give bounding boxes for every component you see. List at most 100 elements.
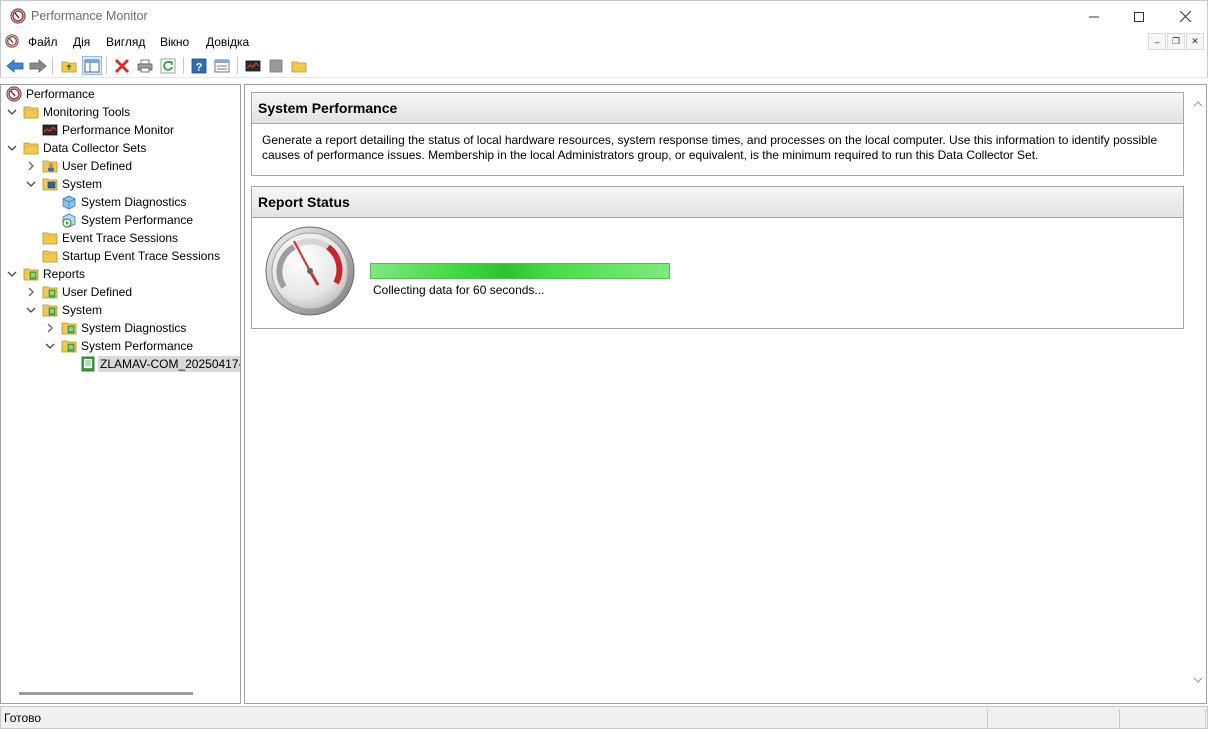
tree-item[interactable]: System Diagnostics xyxy=(44,193,186,211)
stop-icon[interactable] xyxy=(266,56,286,75)
toolbar-separator xyxy=(106,57,107,74)
section-heading: Report Status xyxy=(252,187,1183,218)
status-bar: Готово xyxy=(0,706,1208,729)
collector-running-icon xyxy=(61,212,77,228)
console-tree: Performance Monitoring Tools Performance M… xyxy=(0,84,241,704)
tree-item[interactable]: System Diagnostics xyxy=(44,319,186,337)
system-folder-icon xyxy=(42,176,58,192)
maximize-button[interactable] xyxy=(1116,1,1162,32)
folder-icon xyxy=(42,230,58,246)
expand-chevron-down-icon[interactable] xyxy=(25,178,37,190)
tree-item[interactable]: Startup Event Trace Sessions xyxy=(25,247,220,265)
status-text: Collecting data for 60 seconds... xyxy=(373,283,545,297)
expand-chevron-down-icon[interactable] xyxy=(6,106,18,118)
tree-item[interactable]: System Performance xyxy=(44,211,193,229)
open-folder-icon[interactable] xyxy=(289,56,309,75)
system-menu-icon[interactable] xyxy=(5,34,19,51)
tree-item-label: User Defined xyxy=(62,159,133,173)
help-icon[interactable]: ? xyxy=(189,56,209,75)
properties-icon[interactable] xyxy=(212,56,232,75)
tree-item[interactable]: System Performance xyxy=(44,337,193,355)
scroll-down-icon[interactable] xyxy=(1193,675,1203,685)
mdi-restore-button[interactable]: ❐ xyxy=(1167,33,1185,50)
expand-chevron-down-icon[interactable] xyxy=(6,142,18,154)
show-hide-console-tree-icon[interactable] xyxy=(82,56,102,75)
mdi-close-button[interactable]: ✕ xyxy=(1186,33,1204,50)
up-folder-icon[interactable] xyxy=(59,56,79,75)
tree-item[interactable]: Event Trace Sessions xyxy=(25,229,178,247)
menu-action[interactable]: Дія xyxy=(73,35,90,49)
close-button[interactable] xyxy=(1162,1,1208,32)
vertical-scrollbar[interactable] xyxy=(1189,85,1206,703)
forward-arrow-icon[interactable] xyxy=(28,56,48,75)
folder-icon xyxy=(23,104,39,120)
tree-item-label: System Performance xyxy=(81,213,194,227)
refresh-icon[interactable] xyxy=(158,56,178,75)
tree-item-label: System Diagnostics xyxy=(81,321,187,335)
expand-chevron-down-icon[interactable] xyxy=(25,304,37,316)
tree-item[interactable]: System xyxy=(25,301,102,319)
tree-item[interactable]: Monitoring Tools xyxy=(6,103,130,121)
tree-item-label: Monitoring Tools xyxy=(43,105,131,119)
report-status-section: Report Status Collecting data for 60 sec… xyxy=(251,186,1184,329)
toolbar-separator xyxy=(183,57,184,74)
report-folder-icon xyxy=(42,284,58,300)
tree-item[interactable]: User Defined xyxy=(25,283,132,301)
expand-chevron-right-icon[interactable] xyxy=(25,160,37,172)
report-folder-icon xyxy=(61,338,77,354)
tree-horizontal-scrollbar[interactable] xyxy=(19,692,193,695)
tree-item-label: Event Trace Sessions xyxy=(62,231,179,245)
svg-text:?: ? xyxy=(196,61,203,73)
menu-window[interactable]: Вікно xyxy=(160,35,189,49)
tree-item-label: Data Collector Sets xyxy=(43,141,147,155)
expand-chevron-right-icon[interactable] xyxy=(44,322,56,334)
tree-item[interactable]: Performance Monitor xyxy=(25,121,174,139)
tree-item[interactable]: System xyxy=(25,175,102,193)
tree-item[interactable]: User Defined xyxy=(25,157,132,175)
scroll-up-icon[interactable] xyxy=(1193,99,1203,109)
toolbar-separator xyxy=(237,57,238,74)
back-arrow-icon[interactable] xyxy=(5,56,25,75)
menu-file[interactable]: Файл xyxy=(28,35,58,49)
report-folder-icon xyxy=(42,302,58,318)
tree-item-label: System xyxy=(62,177,103,191)
report-folder-icon xyxy=(23,266,39,282)
status-divider xyxy=(987,709,988,728)
delete-icon[interactable] xyxy=(112,56,132,75)
expand-chevron-down-icon[interactable] xyxy=(44,340,56,352)
tree-item[interactable]: ZLAMAV-COM_20250417- xyxy=(63,355,240,373)
tree-item-label: System Diagnostics xyxy=(81,195,187,209)
system-performance-section: System Performance Generate a report det… xyxy=(251,92,1184,176)
tree-item[interactable]: Data Collector Sets xyxy=(6,139,146,157)
minimize-button[interactable] xyxy=(1071,1,1117,32)
tree-item-label: System Performance xyxy=(81,339,194,353)
tree-item[interactable]: Performance xyxy=(6,85,95,103)
expand-chevron-right-icon[interactable] xyxy=(25,286,37,298)
gauge-icon xyxy=(264,225,356,320)
expand-chevron-down-icon[interactable] xyxy=(6,268,18,280)
tree-item-label: Startup Event Trace Sessions xyxy=(62,249,221,263)
menu-view[interactable]: Вигляд xyxy=(106,35,145,49)
tree-item-label: Performance Monitor xyxy=(62,123,175,137)
print-icon[interactable] xyxy=(135,56,155,75)
section-description: Generate a report detailing the status o… xyxy=(262,133,1158,162)
folder-icon xyxy=(23,140,39,156)
window-title: Performance Monitor xyxy=(31,9,148,23)
menu-help[interactable]: Довідка xyxy=(206,35,249,49)
mdi-minimize-button[interactable]: – xyxy=(1148,33,1166,50)
tree-item[interactable]: Reports xyxy=(6,265,85,283)
content-pane: System Performance Generate a report det… xyxy=(244,84,1207,704)
tree-item-label: System xyxy=(62,303,103,317)
tree-item-label: Performance xyxy=(26,87,95,101)
tree-item-label: Reports xyxy=(43,267,86,281)
monitor-chart-icon xyxy=(42,122,58,138)
tree-item-label: ZLAMAV-COM_20250417- xyxy=(98,356,240,372)
monitor-chart-icon[interactable] xyxy=(243,56,263,75)
report-doc-icon xyxy=(80,356,96,372)
toolbar: ? xyxy=(0,53,1208,78)
title-bar: Performance Monitor xyxy=(0,0,1208,31)
